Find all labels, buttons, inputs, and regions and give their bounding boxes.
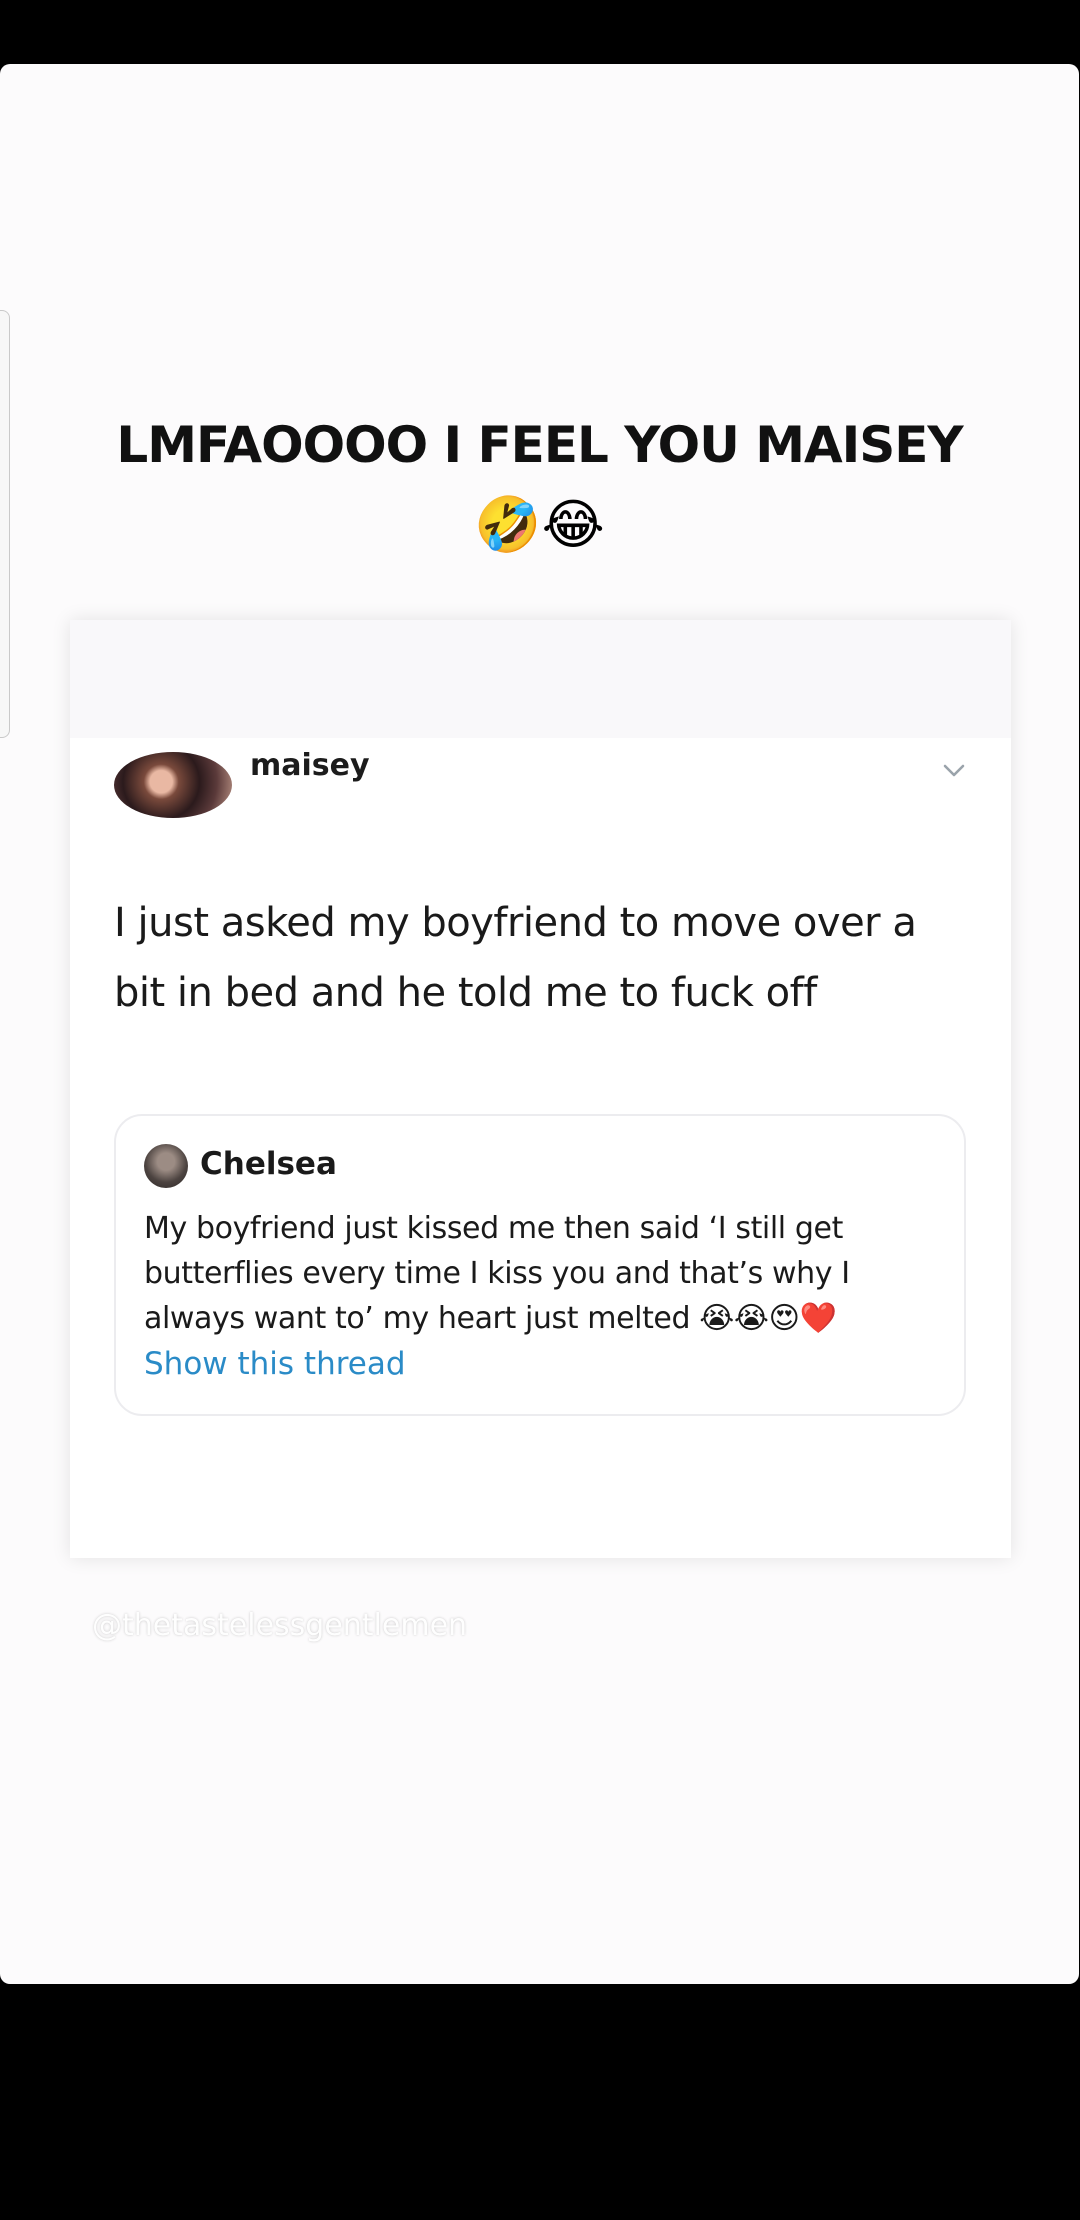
tweet-card: maisey I just asked my boyfriend to move… [70, 620, 1011, 1558]
quoted-author-name: Chelsea [200, 1146, 337, 1182]
quoted-avatar [144, 1144, 188, 1188]
card-header-band [70, 620, 1011, 738]
caption-emoji: 🤣😂 [474, 495, 605, 555]
quoted-post-text: My boyfriend just kissed me then said ‘I… [144, 1211, 850, 1336]
watermark: @thetastelessgentlemen [92, 1608, 468, 1643]
story-caption: LMFAOOOO I FEEL YOU MAISEY [116, 416, 963, 474]
story-sheet: LMFAOOOO I FEEL YOU MAISEY 🤣😂 maisey I j… [0, 64, 1079, 1984]
show-thread-link[interactable]: Show this thread [144, 1346, 406, 1382]
screen: LMFAOOOO I FEEL YOU MAISEY 🤣😂 maisey I j… [0, 0, 1080, 2220]
username[interactable]: maisey [250, 748, 370, 783]
chevron-down-icon[interactable] [940, 756, 968, 784]
post-text: I just asked my boyfriend to move over a… [114, 900, 917, 1016]
quoted-post[interactable]: Chelsea My boyfriend just kissed me then… [114, 1114, 966, 1416]
avatar[interactable] [114, 752, 232, 818]
